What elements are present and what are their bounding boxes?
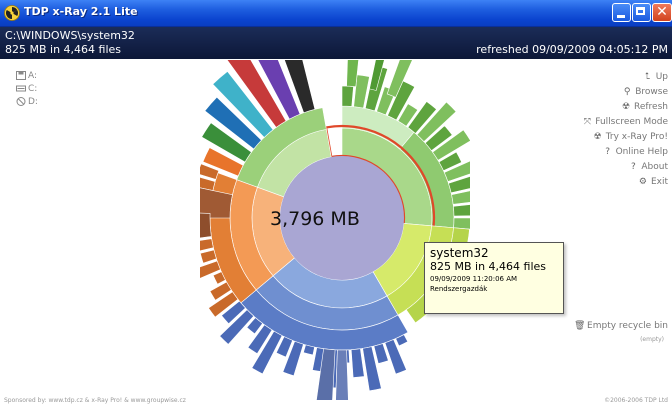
menu-refresh[interactable]: ☢ Refresh: [582, 100, 668, 115]
menu-about[interactable]: ? About: [582, 160, 668, 175]
drive-label: A:: [28, 71, 38, 81]
radiation-icon: [4, 5, 20, 21]
trash-icon: 🗑: [574, 321, 586, 331]
recycle-label: Empty recycle bin: [587, 321, 668, 331]
menu-label: About: [641, 162, 668, 172]
folder-summary: 825 MB in 4,464 files: [5, 43, 122, 56]
window-title: TDP x-Ray 2.1 Lite: [24, 5, 138, 18]
up-arrow-icon: ⮤: [645, 72, 651, 82]
close-icon: ✕: [656, 4, 668, 20]
title-bar[interactable]: TDP x-Ray 2.1 Lite ✕: [0, 0, 672, 27]
menu-fullscreen[interactable]: ⤧ Fullscreen Mode: [582, 115, 668, 130]
sunburst-segment[interactable]: [350, 348, 365, 378]
sunburst-chart[interactable]: [200, 60, 470, 400]
tooltip-folder-name: system32: [430, 246, 489, 260]
menu-exit[interactable]: ⚙ Exit: [582, 175, 668, 190]
question-icon: ?: [631, 162, 636, 172]
tooltip-date: 09/09/2009 11:20:06 AM: [430, 275, 518, 283]
app-window: TDP x-Ray 2.1 Lite ✕ C:\WINDOWS\system32…: [0, 0, 672, 407]
sunburst-segment[interactable]: [335, 349, 349, 400]
radiation-icon: ☢: [621, 102, 631, 112]
drive-item-c[interactable]: C:: [16, 83, 38, 96]
menu-label: Up: [655, 72, 668, 82]
folder-tooltip: system32 825 MB in 4,464 files 09/09/200…: [424, 242, 564, 314]
menu-try-pro[interactable]: ☢ Try x-Ray Pro!: [582, 130, 668, 145]
drive-list: A: C: D:: [16, 70, 38, 109]
sunburst-segment[interactable]: [200, 249, 217, 264]
sponsor-footer: Sponsored by: www.tdp.cz & x-Ray Pro! & …: [4, 397, 186, 404]
menu-label: Refresh: [634, 102, 668, 112]
side-menu: ⮤ Up ⚲ Browse ☢ Refresh ⤧ Fullscreen Mode ☢ T…: [582, 70, 668, 190]
empty-recycle-bin-button[interactable]: 🗑 Empty recycle bin: [574, 321, 668, 331]
menu-browse[interactable]: ⚲ Browse: [582, 85, 668, 100]
tooltip-file-summary: 825 MB in 4,464 files: [430, 260, 547, 273]
recycle-status: (empty): [640, 336, 664, 343]
menu-label: Exit: [650, 177, 668, 187]
question-icon: ?: [605, 147, 610, 157]
close-button[interactable]: ✕: [652, 3, 672, 22]
menu-label: Browse: [635, 87, 668, 97]
maximize-button[interactable]: [632, 3, 651, 22]
hard-drive-icon: [16, 85, 26, 92]
total-size-label: 3,796 MB: [270, 208, 360, 230]
copyright-footer: ©2006-2006 TDP Ltd: [604, 397, 668, 404]
menu-label: Try x-Ray Pro!: [605, 132, 668, 142]
sunburst-segment[interactable]: [341, 85, 354, 107]
info-header: C:\WINDOWS\system32 825 MB in 4,464 file…: [0, 27, 672, 59]
floppy-icon: [16, 71, 26, 80]
exit-icon: ⚙: [638, 177, 647, 187]
drive-label: C:: [28, 84, 38, 94]
menu-label: Fullscreen Mode: [595, 117, 668, 127]
sunburst-segment[interactable]: [453, 202, 470, 217]
minimize-button[interactable]: [612, 3, 631, 22]
drive-item-d[interactable]: D:: [16, 96, 38, 109]
fullscreen-icon: ⤧: [583, 117, 591, 127]
refresh-timestamp: refreshed 09/09/2009 04:05:12 PM: [476, 43, 668, 56]
maximize-icon: [636, 7, 645, 15]
radiation-icon: ☢: [593, 132, 602, 142]
menu-up[interactable]: ⮤ Up: [582, 70, 668, 85]
sunburst-segment[interactable]: [200, 212, 212, 240]
tooltip-owner: Rendszergazdák: [430, 285, 488, 293]
drive-item-a[interactable]: A:: [16, 70, 38, 83]
drive-label: D:: [28, 97, 38, 107]
menu-label: Online Help: [615, 147, 668, 157]
current-path: C:\WINDOWS\system32: [5, 29, 135, 42]
menu-online-help[interactable]: ? Online Help: [582, 145, 668, 160]
magnifier-icon: ⚲: [623, 87, 631, 97]
minimize-icon: [617, 15, 625, 18]
sunburst-segment[interactable]: [384, 339, 407, 375]
cd-drive-icon: [16, 97, 26, 106]
